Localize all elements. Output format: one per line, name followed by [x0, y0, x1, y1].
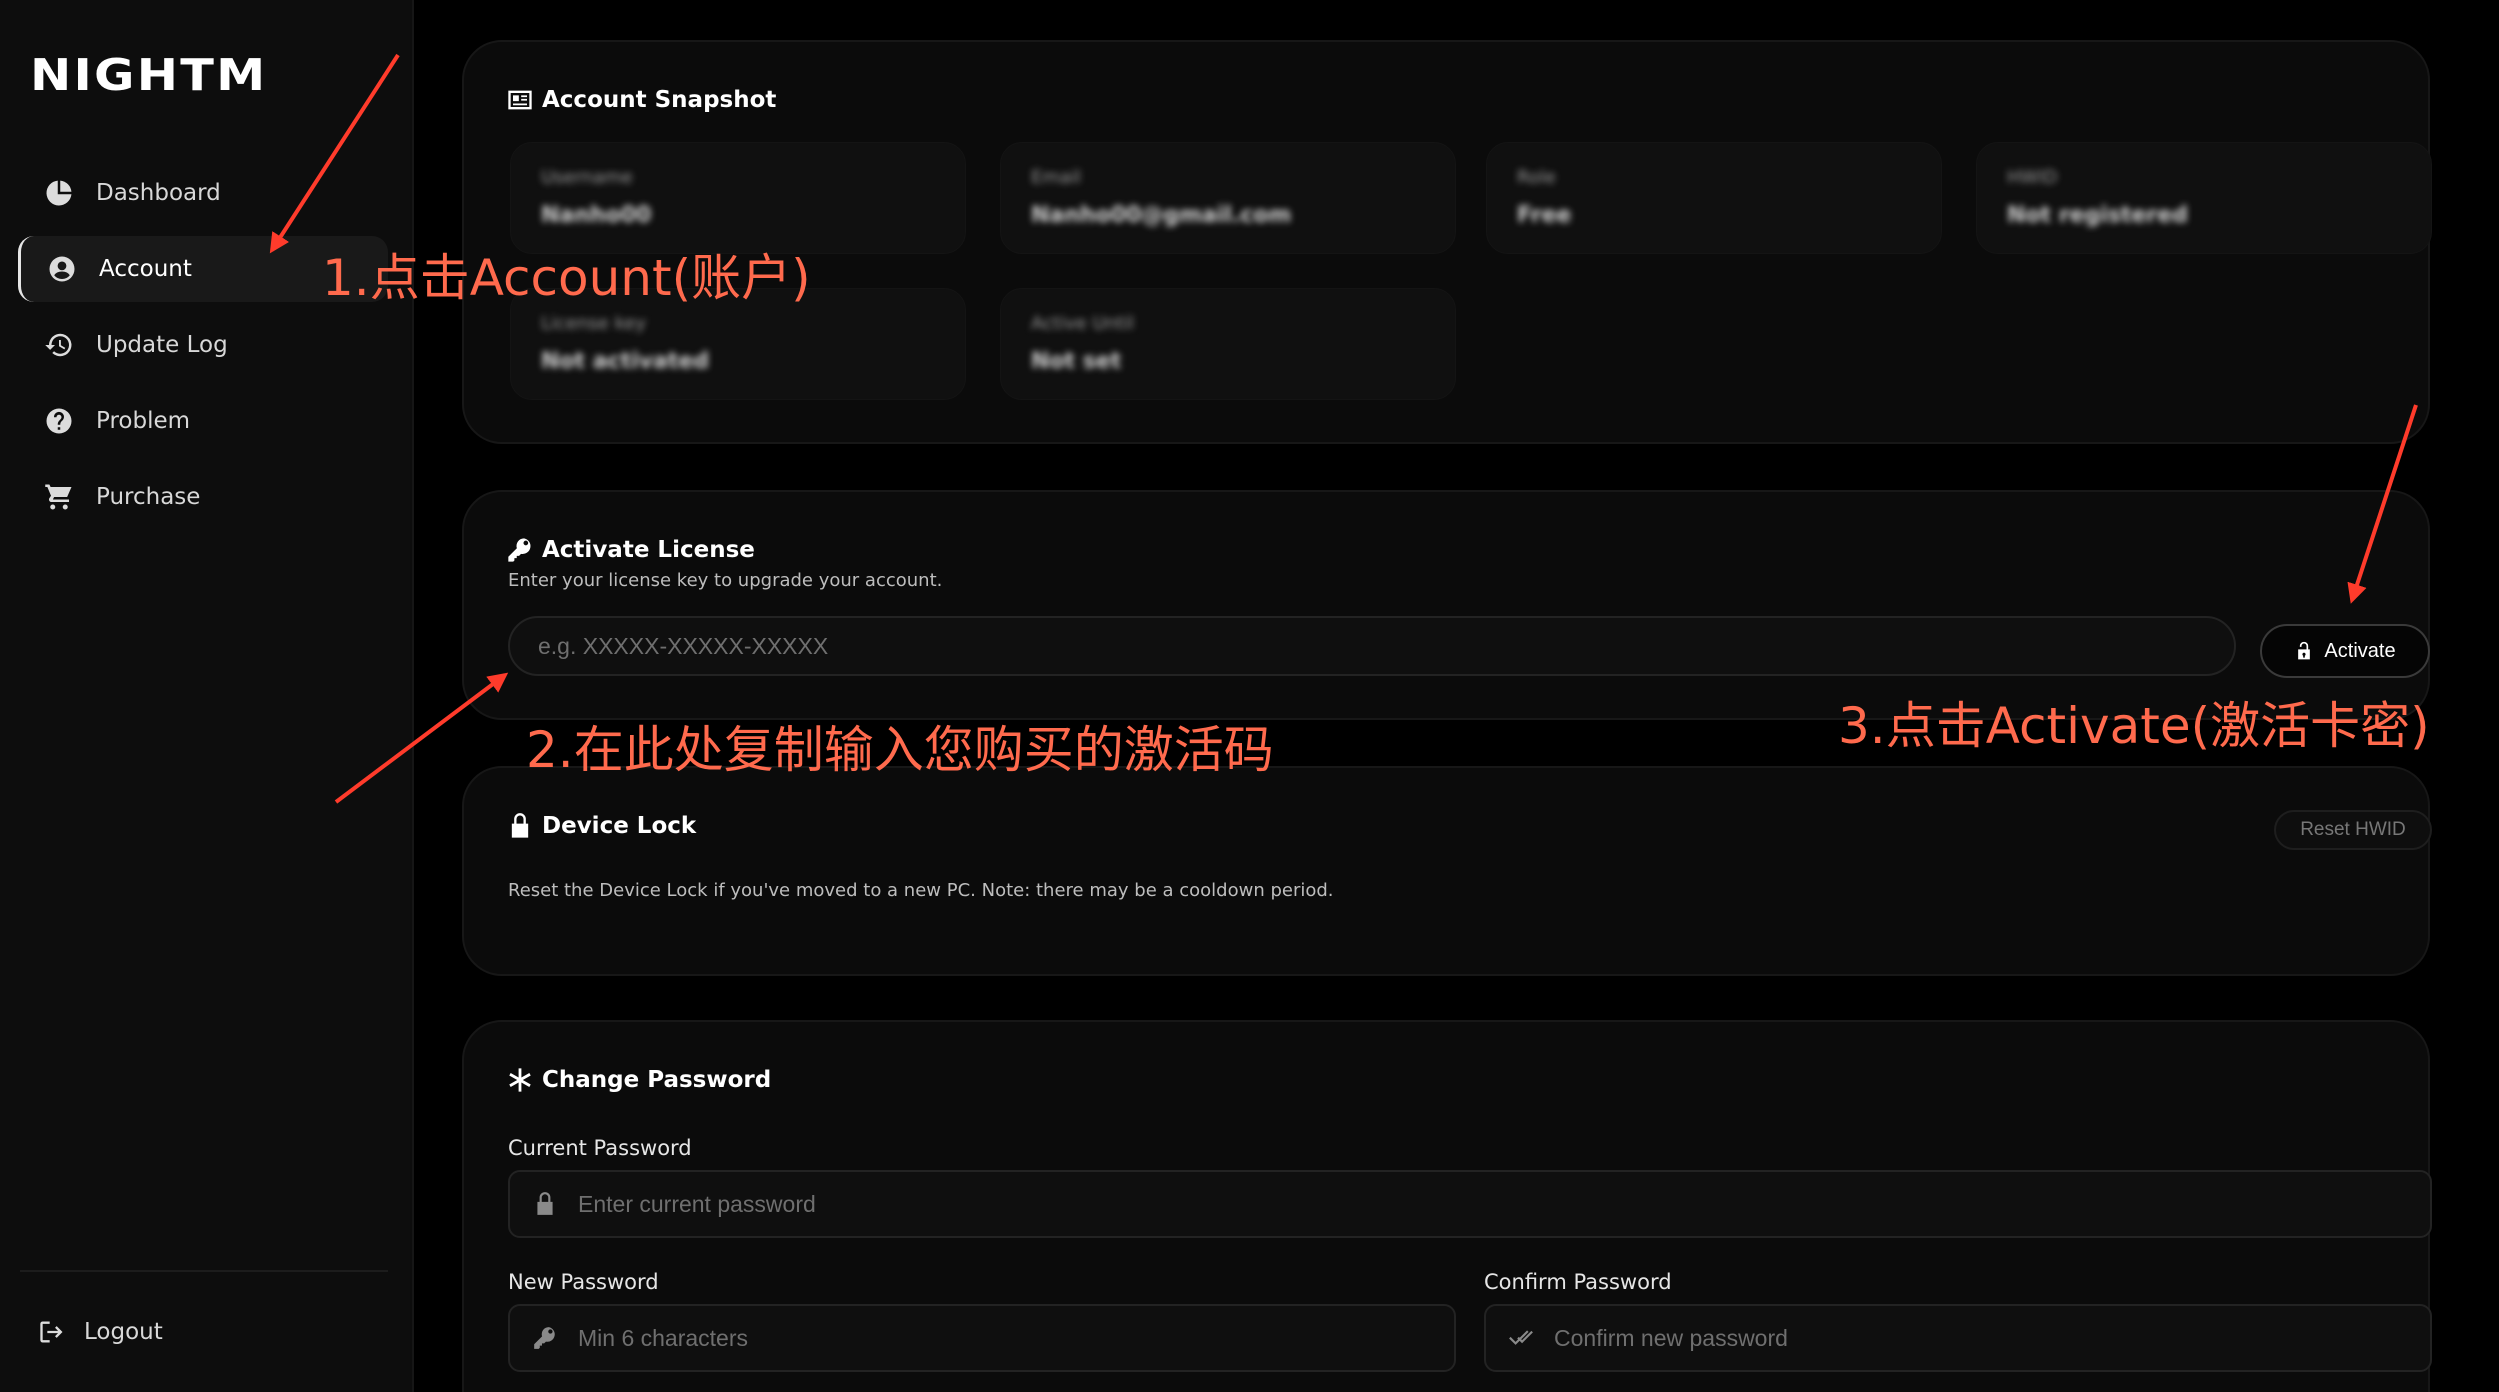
confirm-password-field[interactable]	[1484, 1304, 2432, 1372]
confirm-password-label: Confirm Password	[1484, 1270, 1672, 1294]
confirm-password-input[interactable]	[1554, 1324, 2430, 1352]
license-title: Activate License	[506, 536, 755, 564]
id-card-icon	[508, 90, 532, 110]
snapshot-tile-active-until: Active Until Not set	[1000, 288, 1456, 400]
new-password-field[interactable]	[508, 1304, 1456, 1372]
device-lock-title: Device Lock	[506, 812, 696, 840]
lock-icon	[532, 1191, 558, 1217]
sidebar-item-label: Dashboard	[96, 180, 221, 206]
history-icon	[42, 328, 76, 362]
user-circle-icon	[45, 252, 79, 286]
snapshot-tile-role: Role Free	[1486, 142, 1942, 254]
brand-logo: NIGHTM	[30, 50, 268, 101]
activate-button[interactable]: Activate	[2260, 624, 2430, 678]
sidebar-item-purchase[interactable]: Purchase	[18, 464, 388, 530]
device-lock-card: Device Lock Reset HWID Reset the Device …	[462, 766, 2432, 976]
current-password-label: Current Password	[508, 1136, 692, 1160]
reset-hwid-button[interactable]: Reset HWID	[2274, 810, 2432, 850]
sidebar: NIGHTM Dashboard Account Update Log Prob…	[0, 0, 414, 1392]
key-icon	[508, 538, 531, 562]
question-circle-icon	[42, 404, 76, 438]
shopping-cart-icon	[42, 480, 76, 514]
annotation-step1: 1.点击Account(账户)	[322, 249, 811, 307]
sidebar-item-problem[interactable]: Problem	[18, 388, 388, 454]
pie-chart-icon	[42, 176, 76, 210]
license-key-input[interactable]	[538, 632, 2234, 660]
sidebar-nav: Dashboard Account Update Log Problem Pur…	[18, 160, 388, 540]
annotation-step3: 3.点击Activate(激活卡密)	[1838, 697, 2430, 755]
snapshot-tile-email: Email Nanho00@gmail.com	[1000, 142, 1456, 254]
sidebar-item-update-log[interactable]: Update Log	[18, 312, 388, 378]
new-password-input[interactable]	[578, 1324, 1454, 1352]
sidebar-item-label: Account	[99, 256, 192, 282]
logout-button[interactable]: Logout	[38, 1310, 163, 1354]
license-key-field[interactable]	[508, 616, 2236, 676]
license-subtitle: Enter your license key to upgrade your a…	[508, 570, 943, 591]
sidebar-item-label: Purchase	[96, 484, 201, 510]
sidebar-item-dashboard[interactable]: Dashboard	[18, 160, 388, 226]
asterisk-icon	[509, 1068, 531, 1092]
unlock-icon	[2298, 641, 2311, 660]
sidebar-divider	[20, 1270, 388, 1272]
current-password-field[interactable]	[508, 1170, 2432, 1238]
change-password-title: Change Password	[506, 1066, 771, 1094]
sidebar-item-label: Update Log	[96, 332, 228, 358]
lock-icon	[511, 813, 529, 838]
new-password-label: New Password	[508, 1270, 659, 1294]
sidebar-item-label: Problem	[96, 408, 191, 434]
key-icon	[532, 1325, 558, 1351]
double-check-icon	[1508, 1325, 1534, 1351]
device-lock-description: Reset the Device Lock if you've moved to…	[508, 880, 1334, 901]
logout-label: Logout	[84, 1319, 163, 1345]
change-password-card: Change Password Current Password New Pas…	[462, 1020, 2432, 1392]
snapshot-title: Account Snapshot	[506, 86, 776, 114]
sign-out-icon	[40, 1321, 63, 1343]
snapshot-tile-hwid: HWID Not registered	[1976, 142, 2432, 254]
annotation-step2: 2.在此处复制输入您购买的激活码	[526, 721, 1274, 779]
current-password-input[interactable]	[578, 1190, 2430, 1218]
